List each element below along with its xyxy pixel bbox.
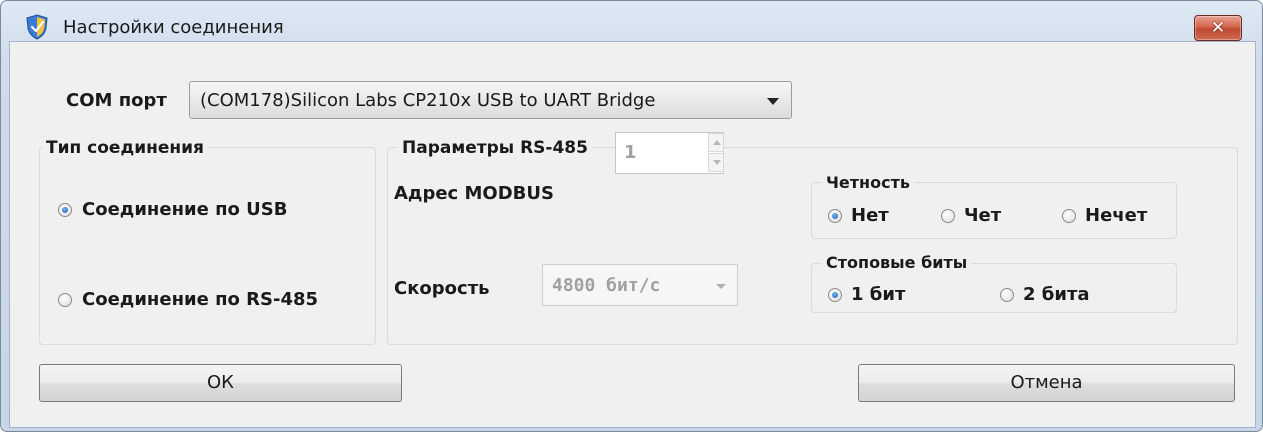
com-port-label: COM порт [66,90,167,111]
radio-stop-2[interactable] [1000,288,1014,302]
close-button[interactable]: ✕ [1194,15,1242,41]
dialog-body: COM порт (COM178)Silicon Labs CP210x USB… [9,41,1256,428]
radio-rs485-label[interactable]: Соединение по RS-485 [82,289,318,310]
stepper-down-button[interactable] [708,153,724,172]
radio-usb[interactable] [58,203,72,217]
arrow-down-icon [713,160,721,165]
radio-stop-2-label[interactable]: 2 бита [1023,284,1090,305]
com-port-value: (COM178)Silicon Labs CP210x USB to UART … [200,90,656,111]
radio-stop-1[interactable] [828,288,842,302]
window-title: Настройки соединения [63,17,284,38]
radio-parity-even[interactable] [941,209,955,223]
chevron-down-icon [716,284,726,289]
radio-rs485[interactable] [58,293,72,307]
dialog-window: Настройки соединения ✕ COM порт (COM178)… [0,0,1263,432]
cancel-button-label: Отмена [1010,372,1083,393]
speed-label: Скорость [394,278,490,299]
connection-type-group [39,147,376,345]
speed-select[interactable]: 4800 бит/с [542,264,738,306]
stepper-up-button[interactable] [708,133,724,152]
arrow-up-icon [713,140,721,145]
cancel-button[interactable]: Отмена [858,364,1235,402]
radio-stop-1-label[interactable]: 1 бит [851,284,905,305]
rs485-params-group [387,147,1238,345]
connection-type-title: Тип соединения [42,138,208,158]
com-port-select[interactable]: (COM178)Silicon Labs CP210x USB to UART … [189,81,792,119]
rs485-params-title: Параметры RS-485 [398,138,592,158]
stop-bits-title: Стоповые биты [822,253,972,272]
radio-parity-even-label[interactable]: Чет [964,205,1001,226]
speed-value: 4800 бит/с [552,275,661,296]
ok-button-label: ОК [207,372,234,393]
radio-usb-label[interactable]: Соединение по USB [82,199,287,220]
title-bar[interactable]: Настройки соединения ✕ [1,1,1262,41]
radio-parity-odd-label[interactable]: Нечет [1085,205,1147,226]
modbus-address-stepper[interactable] [708,133,724,173]
modbus-address-label: Адрес MODBUS [394,183,554,204]
radio-parity-odd[interactable] [1062,209,1076,223]
close-icon: ✕ [1210,18,1226,38]
radio-parity-none[interactable] [828,209,842,223]
radio-parity-none-label[interactable]: Нет [851,205,889,226]
parity-title: Четность [822,173,914,192]
modbus-address-value: 1 [624,142,637,163]
ok-button[interactable]: ОК [39,364,402,402]
chevron-down-icon [767,98,779,105]
shield-icon [26,14,48,40]
